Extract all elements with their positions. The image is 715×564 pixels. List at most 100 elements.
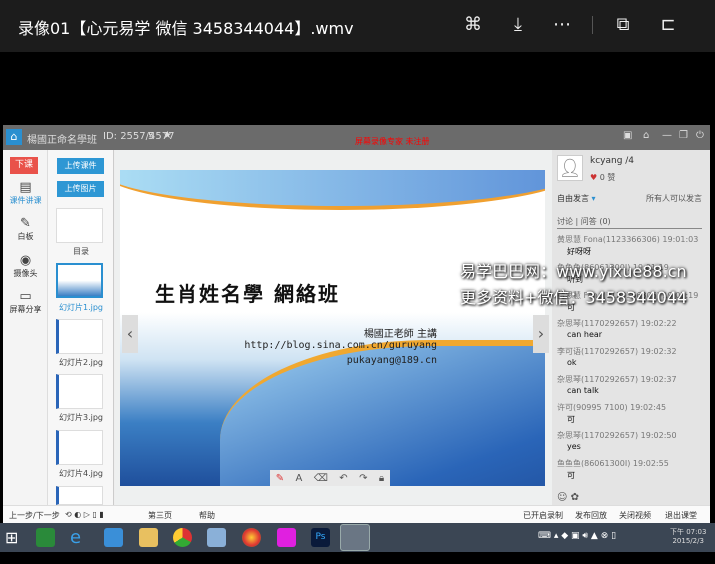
next-slide-button[interactable]: › bbox=[533, 315, 549, 353]
exit-class-button[interactable]: 退出课堂 bbox=[665, 510, 697, 521]
sidebar-item-camera[interactable]: ◉ 摄像头 bbox=[3, 253, 48, 279]
message-sender: 黄思慧 Fona(1123366306) 19:01:03 bbox=[557, 235, 699, 244]
star-icon[interactable]: ★ bbox=[163, 130, 172, 141]
message-text: 好呀呀 bbox=[567, 247, 591, 256]
clock[interactable]: 下午 07:03 2015/2/3 bbox=[670, 527, 706, 545]
redo-icon[interactable]: ↷ bbox=[359, 473, 367, 484]
avatar: 👤︎ bbox=[557, 155, 583, 181]
minimize-icon[interactable]: — bbox=[662, 130, 672, 141]
windows-taskbar: ⊞ e Ps ⌨ ▴ ◆ ▣ 🔊︎ ▲ ⊗ ▯ 下午 07:03 2015/2/3 bbox=[0, 523, 715, 552]
system-tray[interactable]: ⌨ ▴ ◆ ▣ 🔊︎ ▲ ⊗ ▯ bbox=[538, 531, 616, 541]
active-app-icon[interactable] bbox=[340, 524, 370, 551]
record-toggle[interactable]: 已开启录制 bbox=[523, 510, 563, 521]
power-icon[interactable]: ⏻ bbox=[696, 130, 704, 141]
left-sidebar: 下课 ▤ 课件讲课 ✎ 白板 ◉ 摄像头 ▭ 屏幕分享 bbox=[3, 150, 48, 505]
page-nav-label[interactable]: 上一步/下一步 bbox=[9, 510, 60, 521]
app-icon[interactable] bbox=[277, 528, 296, 547]
thumbnail-label: 目录 bbox=[73, 247, 89, 256]
undo-icon[interactable]: ↶ bbox=[339, 473, 347, 484]
permission-text: 所有人可以发言 bbox=[646, 194, 702, 203]
upload-image-button[interactable]: 上传图片 bbox=[57, 181, 104, 197]
playback-controls[interactable]: ⟲ ◐ ▷ ▯ ▮ bbox=[65, 510, 104, 519]
thumbnail-slide-4[interactable] bbox=[56, 430, 103, 465]
layout-icon[interactable]: ▣ bbox=[623, 130, 632, 141]
thumbnail-label: 幻灯片3.jpg bbox=[58, 413, 103, 422]
message-text: 可 bbox=[567, 471, 575, 480]
photoshop-icon[interactable]: Ps bbox=[311, 528, 330, 547]
ie-icon[interactable]: e bbox=[70, 528, 89, 547]
upload-courseware-button[interactable]: 上传课件 bbox=[57, 158, 104, 174]
heart-icon: ♥ bbox=[590, 173, 598, 182]
app-icon[interactable] bbox=[36, 528, 55, 547]
thumbnail-slide-3[interactable] bbox=[56, 374, 103, 409]
slide-url: http://blog.sina.com.cn/guruyang bbox=[244, 340, 437, 351]
folder-icon[interactable] bbox=[139, 528, 158, 547]
playback-toggle[interactable]: 发布回放 bbox=[575, 510, 607, 521]
status-bar: 上一步/下一步 ⟲ ◐ ▷ ▯ ▮ 第三页 帮助 已开启录制 发布回放 关闭视频… bbox=[3, 505, 710, 523]
start-icon[interactable]: ⊞ bbox=[5, 528, 24, 547]
player-top-bar: 录像01【心元易学 微信 3458344044】.wmv ⌘ ⤓ ⋯ ⧉ ⊏ bbox=[0, 0, 715, 52]
text-icon[interactable]: A bbox=[296, 473, 303, 484]
end-class-button[interactable]: 下课 bbox=[10, 157, 38, 174]
message-text: yes bbox=[567, 442, 581, 451]
help-button[interactable]: 帮助 bbox=[199, 510, 215, 521]
calculator-icon[interactable] bbox=[207, 528, 226, 547]
pen-icon[interactable]: ✎ bbox=[276, 473, 284, 484]
chat-panel: 👤︎ kcyang /4 ♥ 0 赞 自由发言 ▾ 所有人可以发言 讨论 | 问… bbox=[552, 150, 710, 525]
chrome-icon[interactable] bbox=[173, 528, 192, 547]
message-text: can talk bbox=[567, 386, 599, 395]
exit-icon[interactable]: ⊏ bbox=[657, 14, 679, 36]
slide-area: 生肖姓名學 網絡班 楊國正老師 主講 http://blog.sina.com.… bbox=[115, 150, 552, 505]
message-sender: 李可语(1170292657) 19:02:32 bbox=[557, 347, 677, 356]
thumbnail-slide-1[interactable] bbox=[56, 263, 103, 298]
chat-tabs[interactable]: 讨论 | 问答 (0) bbox=[557, 216, 702, 229]
recording-notice: 屏幕录像专家 未注册 bbox=[355, 137, 430, 146]
restore-icon[interactable]: ❐ bbox=[679, 130, 688, 141]
emoji-icon[interactable]: ☺ ✿ bbox=[557, 492, 579, 503]
skin-icon[interactable]: ⌂ bbox=[643, 130, 649, 141]
thumbnail-label: 幻灯片2.jpg bbox=[58, 358, 103, 367]
thumbnail-label: 幻灯片1.jpg bbox=[58, 303, 103, 312]
likes[interactable]: ♥ 0 赞 bbox=[590, 172, 615, 183]
watermark-line-2: 更多资料+微信：3458344044 bbox=[460, 288, 688, 307]
eraser-icon[interactable]: ⌫ bbox=[314, 473, 328, 484]
lock-icon[interactable]: 🔒︎ bbox=[379, 473, 384, 484]
home-icon[interactable]: ⌂ bbox=[6, 129, 22, 145]
page-label[interactable]: 第三页 bbox=[148, 510, 172, 521]
thumbnail-slide-2[interactable] bbox=[56, 319, 103, 354]
sidebar-item-courseware[interactable]: ▤ 课件讲课 bbox=[3, 180, 48, 206]
app-icon[interactable] bbox=[242, 528, 261, 547]
user-count: 5 bbox=[148, 131, 155, 142]
thumbnail-toc[interactable] bbox=[56, 208, 103, 243]
video-title: 录像01【心元易学 微信 3458344044】.wmv bbox=[18, 19, 354, 38]
share-icon[interactable]: ⌘ bbox=[462, 14, 484, 36]
app-header: ⌂ 楊國正命名學班 ID: 2557/4577 5 ★ 屏幕录像专家 未注册 ▣… bbox=[3, 125, 710, 150]
slide-decoration bbox=[120, 170, 545, 210]
document-icon: ▤ bbox=[19, 180, 32, 195]
thumbnail-panel: 上传课件 上传图片 目录 幻灯片1.jpg 幻灯片2.jpg 幻灯片3.jpg … bbox=[48, 150, 114, 505]
app-icon[interactable] bbox=[104, 528, 123, 547]
slide-email: pukayang@189.cn bbox=[346, 355, 437, 366]
more-icon[interactable]: ⋯ bbox=[551, 14, 573, 36]
previous-slide-button[interactable]: ‹ bbox=[122, 315, 138, 353]
message-sender: 许可(90995 7100) 19:02:45 bbox=[557, 403, 667, 412]
message-sender: 杂思琴(1170292657) 19:02:50 bbox=[557, 431, 677, 440]
video-toggle[interactable]: 关闭视频 bbox=[619, 510, 651, 521]
thumbnail-label: 幻灯片4.jpg bbox=[58, 469, 103, 478]
download-icon[interactable]: ⤓ bbox=[507, 14, 529, 36]
webcam-icon: ◉ bbox=[19, 253, 32, 268]
divider bbox=[592, 16, 593, 34]
slide-author: 楊國正老師 主講 bbox=[363, 329, 437, 340]
sidebar-item-screen-share[interactable]: ▭ 屏幕分享 bbox=[3, 289, 48, 315]
message-text: 可 bbox=[567, 415, 575, 424]
watermark-line-1: 易学巴巴网：www.yixue88.cn bbox=[460, 262, 687, 281]
pen-icon: ✎ bbox=[20, 216, 31, 231]
cast-icon[interactable]: ⧉ bbox=[612, 14, 634, 36]
speak-mode-dropdown[interactable]: 自由发言 ▾ bbox=[557, 193, 596, 204]
thumbnail-slide-5[interactable] bbox=[56, 486, 103, 505]
username: kcyang /4 bbox=[590, 156, 635, 166]
message-text: ok bbox=[567, 358, 577, 367]
slide-title: 生肖姓名學 網絡班 bbox=[155, 282, 340, 306]
message-sender: 鱼鱼鱼(86061300I) 19:02:55 bbox=[557, 459, 669, 468]
sidebar-item-whiteboard[interactable]: ✎ 白板 bbox=[3, 216, 48, 242]
